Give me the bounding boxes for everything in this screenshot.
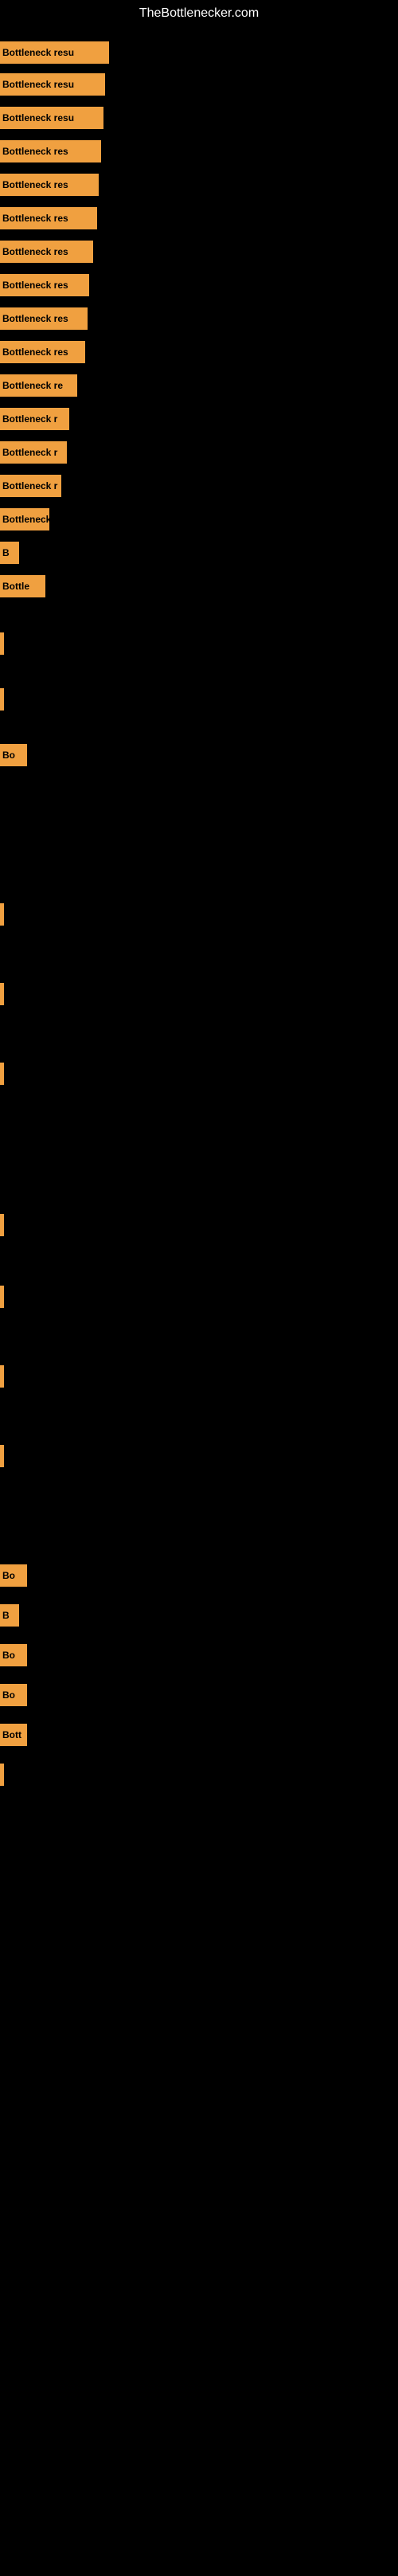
bar-item: Bottleneck re bbox=[0, 374, 77, 397]
bar-label: Bo bbox=[0, 1570, 18, 1581]
bar-label: Bottleneck res bbox=[0, 213, 71, 224]
bar-label: Bottleneck re bbox=[0, 380, 65, 391]
bar-label: Bottleneck res bbox=[0, 313, 71, 324]
bar-label: B bbox=[0, 1610, 12, 1621]
bar-label: Bottleneck r bbox=[0, 413, 60, 425]
bar-item: Bo bbox=[0, 1564, 27, 1587]
bar-item: Bottleneck res bbox=[0, 140, 101, 162]
bar-label: Bottle bbox=[0, 581, 32, 592]
bar-label: Bottleneck res bbox=[0, 246, 71, 257]
bar-item bbox=[0, 983, 4, 1005]
bar-item: B bbox=[0, 542, 19, 564]
bar-label: Bottleneck r bbox=[0, 480, 60, 491]
bar-label: B bbox=[0, 547, 12, 558]
bar-item: Bottleneck resu bbox=[0, 107, 103, 129]
bar-item: Bo bbox=[0, 1684, 27, 1706]
bar-item: Bottleneck bbox=[0, 508, 49, 530]
bar-label: Bottleneck res bbox=[0, 280, 71, 291]
bar-item bbox=[0, 688, 4, 711]
bar-label: Bottleneck resu bbox=[0, 112, 76, 123]
bar-label: Bottleneck res bbox=[0, 146, 71, 157]
bar-label: Bottleneck res bbox=[0, 346, 71, 358]
bar-item: Bott bbox=[0, 1724, 27, 1746]
bar-item: Bottle bbox=[0, 575, 45, 597]
bar-item: Bo bbox=[0, 744, 27, 766]
bar-item: Bottleneck r bbox=[0, 475, 61, 497]
bar-label: Bottleneck resu bbox=[0, 79, 76, 90]
bar-label: Bottleneck r bbox=[0, 447, 60, 458]
bar-item: Bottleneck r bbox=[0, 408, 69, 430]
bar-item: B bbox=[0, 1604, 19, 1627]
bar-item bbox=[0, 1445, 4, 1467]
bar-label: Bo bbox=[0, 1689, 18, 1701]
bar-item: Bo bbox=[0, 1644, 27, 1666]
bar-item: Bottleneck res bbox=[0, 307, 88, 330]
bar-item: Bottleneck resu bbox=[0, 41, 109, 64]
bar-label: Bo bbox=[0, 1650, 18, 1661]
bar-item bbox=[0, 1286, 4, 1308]
bar-item: Bottleneck r bbox=[0, 441, 67, 464]
bar-item bbox=[0, 632, 4, 655]
bar-item bbox=[0, 903, 4, 926]
bar-item: Bottleneck res bbox=[0, 341, 85, 363]
bar-item bbox=[0, 1214, 4, 1236]
bar-label: Bottleneck bbox=[0, 514, 49, 525]
bar-label: Bottleneck resu bbox=[0, 47, 76, 58]
bar-label: Bott bbox=[0, 1729, 24, 1740]
bar-item: Bottleneck res bbox=[0, 241, 93, 263]
bar-item: Bottleneck res bbox=[0, 174, 99, 196]
bar-item: Bottleneck res bbox=[0, 207, 97, 229]
bar-item bbox=[0, 1063, 4, 1085]
bar-item: Bottleneck res bbox=[0, 274, 89, 296]
bar-item: Bottleneck resu bbox=[0, 73, 105, 96]
site-title: TheBottlenecker.com bbox=[0, 0, 398, 27]
bar-label: Bottleneck res bbox=[0, 179, 71, 190]
bar-label: Bo bbox=[0, 750, 18, 761]
bar-item bbox=[0, 1365, 4, 1388]
bar-item bbox=[0, 1764, 4, 1786]
